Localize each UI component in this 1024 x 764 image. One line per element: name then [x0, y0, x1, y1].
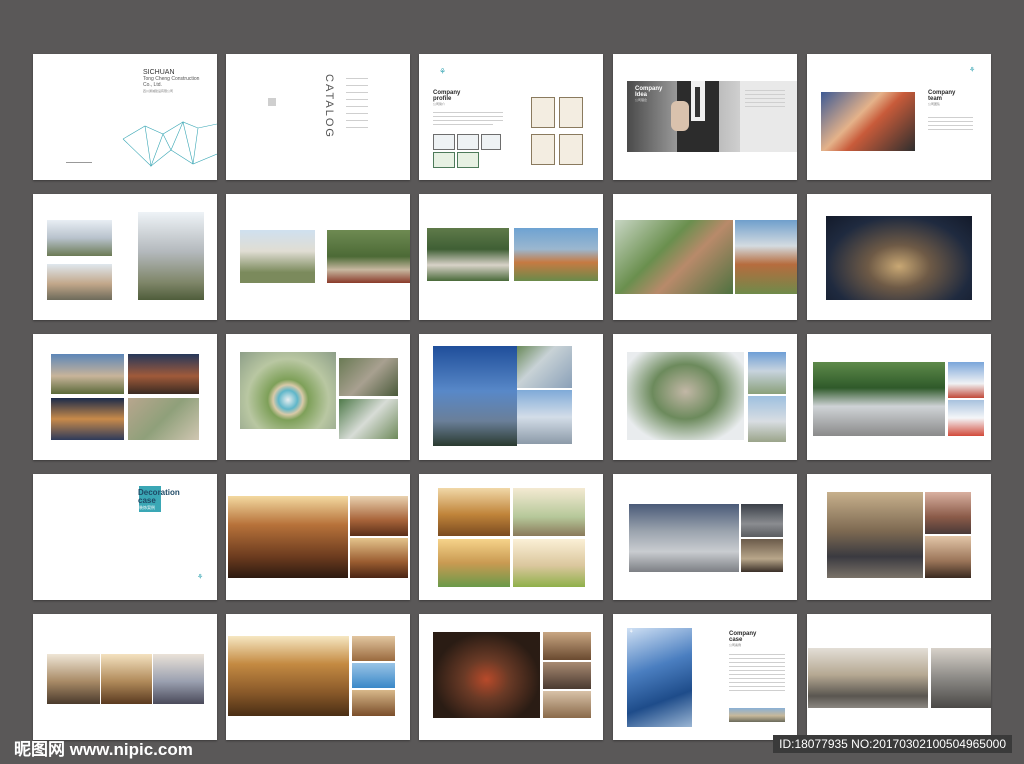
villas-page: [33, 334, 217, 460]
company-case-page: ⚘ Company case 公司案例: [613, 614, 797, 740]
geometric-lines: [122, 121, 217, 168]
idea-page: Company Idea 公司理念: [613, 54, 797, 180]
lobby-page: [613, 474, 797, 600]
buildings-page-3: [419, 194, 603, 320]
team-chinese: 公司团队: [928, 102, 941, 106]
idea-chinese: 公司理念: [635, 98, 648, 102]
team-page: Company team 公司团队 ⚘: [807, 54, 991, 180]
catalog-logo: [268, 98, 276, 106]
hands-photo: [821, 92, 915, 151]
hotel-lobby-page: [807, 474, 991, 600]
restaurant-page: [419, 614, 603, 740]
catalog-title: CATALOG: [323, 74, 335, 139]
decoration-chinese: 装饰案例: [139, 505, 155, 510]
profile-page: ⚘ Company profile 公司简介: [419, 54, 603, 180]
case-chinese: 公司案例: [729, 643, 742, 647]
site-logo[interactable]: 昵图网 www.nipic.com: [14, 735, 193, 760]
buildings-page-2: [226, 194, 410, 320]
night-aerial-page: [807, 194, 991, 320]
buildings-page-1: [33, 194, 217, 320]
classic-interior-page: [226, 474, 410, 600]
atrium-page: [226, 614, 410, 740]
ski-resort-page: [807, 334, 991, 460]
decoration-title-page: Decoration case 装饰案例 ⚘: [33, 474, 217, 600]
profile-chinese: 公司简介: [433, 102, 446, 106]
leaf-icon: ⚘: [969, 67, 976, 74]
showroom-page: [807, 614, 991, 740]
image-id-label: ID:18077935 NO:20170302100504965000: [773, 735, 1012, 753]
interior-strip-page: [33, 614, 217, 740]
cover-page: SICHUAN Tong Cheng Construction Co., Ltd…: [33, 54, 217, 180]
bright-interior-page: [419, 474, 603, 600]
aerial-page-2: [613, 334, 797, 460]
aerial-page-1: [613, 194, 797, 320]
round-plaza-page: [226, 334, 410, 460]
leaf-icon: ⚘: [439, 67, 447, 76]
tower-page: [419, 334, 603, 460]
catalog-page: CATALOG: [226, 54, 410, 180]
leaf-icon: ⚘: [197, 574, 204, 581]
leaf-icon: ⚘: [629, 629, 634, 635]
